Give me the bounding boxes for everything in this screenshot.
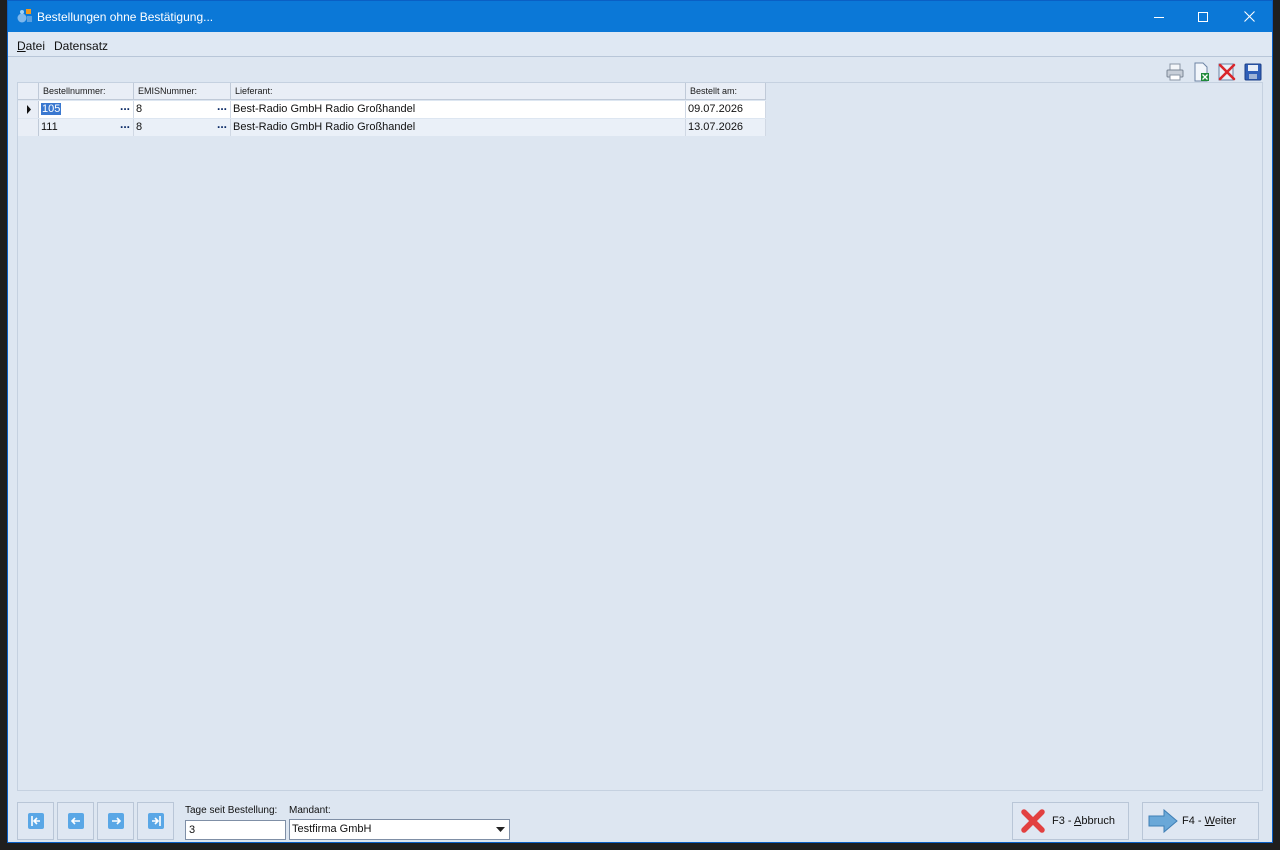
column-header-emisnummer[interactable]: EMISNummer: (134, 83, 231, 100)
previous-record-button[interactable] (57, 802, 94, 840)
last-record-icon (147, 813, 164, 829)
emisnummer-lookup-button[interactable]: ... (214, 118, 230, 136)
menu-datei[interactable]: Datei (17, 39, 45, 53)
mandant-value: Testfirma GmbH (292, 823, 372, 835)
mandant-select[interactable]: Testfirma GmbH (289, 819, 510, 840)
previous-record-icon (67, 813, 84, 829)
window-title: Bestellungen ohne Bestätigung... (37, 10, 214, 24)
printer-icon[interactable] (1165, 62, 1185, 82)
cancel-x-icon (1021, 809, 1045, 833)
chevron-down-icon[interactable] (493, 822, 507, 837)
title-bar[interactable]: Bestellungen ohne Bestätigung... (8, 1, 1272, 32)
abbruch-button[interactable]: F3 - Abbruch (1012, 802, 1129, 840)
bestellnummer-lookup-button[interactable]: ... (117, 118, 133, 136)
cell-lieferant[interactable]: Best-Radio GmbH Radio Großhandel (231, 119, 686, 136)
first-record-icon (27, 813, 44, 829)
arrow-right-icon (1148, 808, 1178, 834)
weiter-label: F4 - Weiter (1182, 815, 1236, 827)
minimize-button[interactable] (1136, 1, 1182, 32)
current-row-arrow-icon (27, 105, 31, 114)
cell-bestellnummer-value: 105 (41, 103, 62, 115)
abbruch-label: F3 - Abbruch (1052, 815, 1115, 827)
close-button[interactable] (1226, 1, 1272, 32)
first-record-button[interactable] (17, 802, 54, 840)
tage-seit-bestellung-input[interactable] (185, 820, 286, 840)
menu-datensatz[interactable]: Datensatz (54, 39, 108, 53)
next-record-icon (107, 813, 124, 829)
abbruch-rest: bbruch (1081, 815, 1115, 827)
menu-datei-label: atei (25, 39, 46, 53)
emisnummer-lookup-button[interactable]: ... (214, 100, 230, 118)
column-header-lieferant[interactable]: Lieferant: (231, 83, 686, 100)
weiter-rest: eiter (1214, 815, 1237, 827)
column-header-bestellnummer[interactable]: Bestellnummer: (39, 83, 134, 100)
close-icon (1243, 11, 1255, 22)
row-indicator[interactable] (18, 119, 39, 136)
column-header-bestellt-am[interactable]: Bestellt am: (686, 83, 766, 100)
mandant-label: Mandant: (289, 805, 331, 816)
bestellnummer-lookup-button[interactable]: ... (117, 100, 133, 118)
menu-datei-accel: D (17, 39, 26, 53)
cell-bestellt-am[interactable]: 13.07.2026 (686, 119, 766, 136)
export-excel-icon[interactable] (1191, 62, 1211, 82)
weiter-prefix: F4 - (1182, 815, 1205, 827)
cell-bestellt-am[interactable]: 09.07.2026 (686, 101, 766, 118)
abbruch-prefix: F3 - (1052, 815, 1075, 827)
minimize-icon (1154, 16, 1164, 18)
row-indicator-header (18, 83, 39, 100)
next-record-button[interactable] (97, 802, 134, 840)
save-icon[interactable] (1243, 62, 1263, 82)
app-window: Bestellungen ohne Bestätigung... Datei D… (7, 0, 1273, 843)
weiter-button[interactable]: F4 - Weiter (1142, 802, 1259, 840)
maximize-button[interactable] (1180, 1, 1226, 32)
weiter-accel: W (1204, 815, 1215, 827)
bottom-bar: Tage seit Bestellung: Mandant: Testfirma… (8, 793, 1272, 843)
maximize-icon (1198, 11, 1208, 22)
last-record-button[interactable] (137, 802, 174, 840)
cell-lieferant[interactable]: Best-Radio GmbH Radio Großhandel (231, 101, 686, 118)
app-icon (17, 9, 32, 23)
delete-icon[interactable] (1217, 62, 1237, 82)
menu-datensatz-label: Datensatz (54, 39, 109, 53)
tage-seit-bestellung-label: Tage seit Bestellung: (185, 805, 278, 816)
menu-bar: Datei Datensatz (8, 32, 1272, 57)
orders-grid-panel: Bestellnummer: EMISNummer: Lieferant: Be… (17, 82, 1263, 791)
row-indicator[interactable] (18, 101, 39, 118)
